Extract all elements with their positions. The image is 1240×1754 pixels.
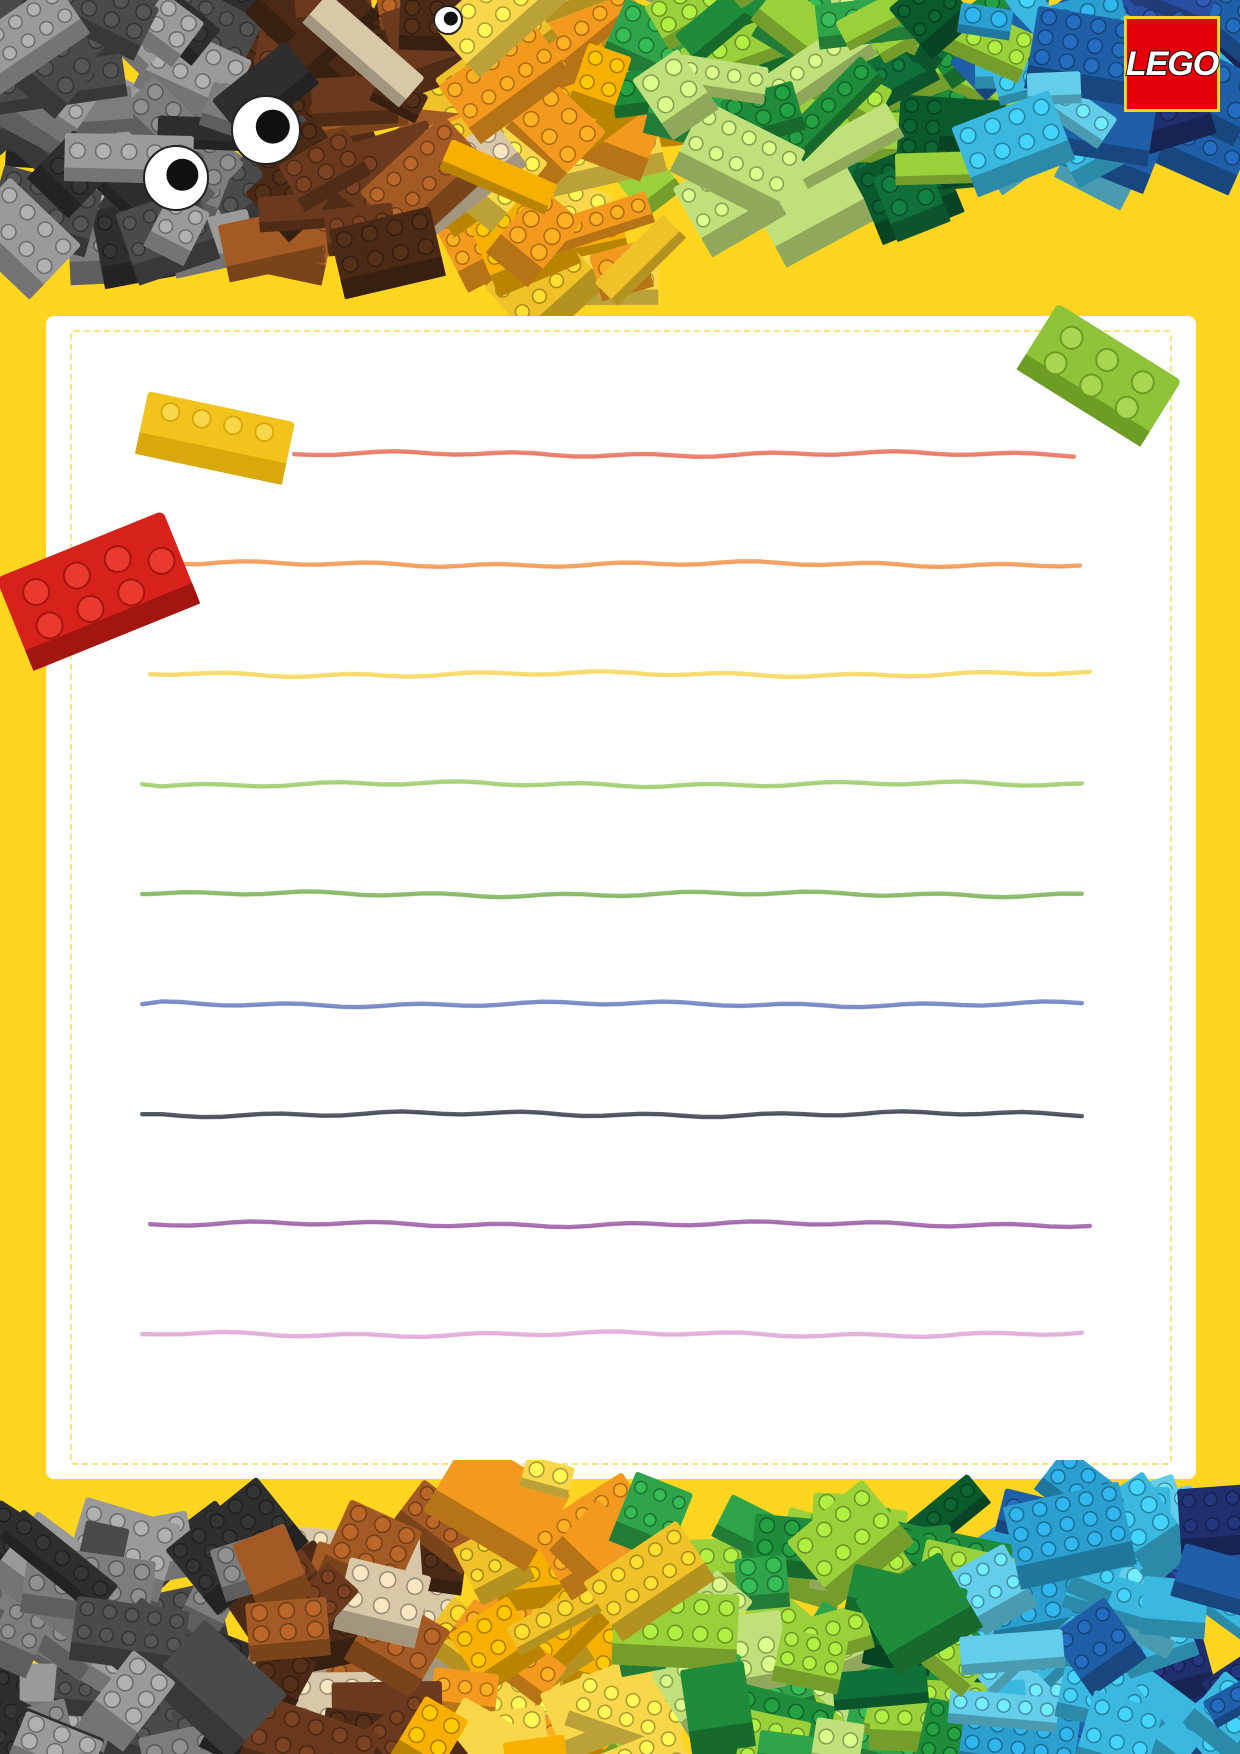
bottom-brick-pile bbox=[0, 1460, 1240, 1754]
writing-lines bbox=[140, 448, 1092, 1340]
googly-eye bbox=[143, 145, 209, 211]
googly-eye bbox=[231, 95, 301, 165]
brick bbox=[680, 1661, 756, 1754]
top-brick-pile bbox=[0, 0, 1240, 340]
writing-paper bbox=[46, 316, 1196, 1479]
brick bbox=[245, 1596, 331, 1662]
lime-brick bbox=[1014, 300, 1184, 450]
lego-logo: LEGO bbox=[1124, 16, 1220, 112]
brick bbox=[959, 1629, 1066, 1676]
red-brick bbox=[0, 500, 200, 680]
top-brick-pile-art bbox=[0, 0, 1240, 340]
yellow-brick bbox=[130, 388, 300, 488]
logo-text: LEGO bbox=[1125, 44, 1220, 84]
bottom-brick-pile-art bbox=[0, 1460, 1240, 1754]
googly-eye bbox=[433, 5, 463, 35]
